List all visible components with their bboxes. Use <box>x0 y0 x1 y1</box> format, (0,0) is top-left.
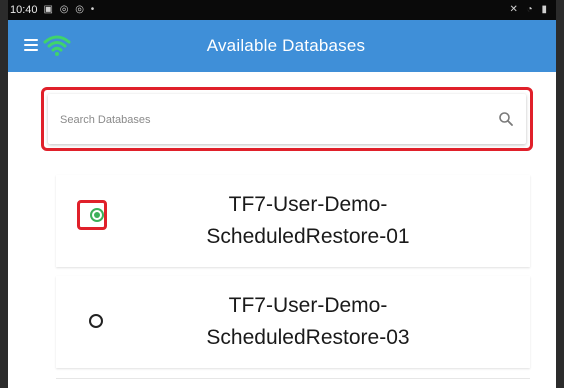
database-name-line2: ScheduledRestore-03 <box>206 326 410 349</box>
database-name-line1: TF7-User-Demo- <box>228 294 388 317</box>
device-frame: 10:40 ▣ ◎ ◎ • ✕ ◔ ▮ Available Databases … <box>0 0 564 388</box>
radio-selected-icon[interactable] <box>90 208 104 222</box>
search-bar[interactable] <box>48 94 526 146</box>
database-list-item[interactable]: TF7-User-Demo- ScheduledRestore-01 <box>56 175 530 267</box>
search-input[interactable] <box>58 94 482 146</box>
database-name: TF7-User-Demo- ScheduledRestore-03 <box>176 276 530 368</box>
status-bar: 10:40 ▣ ◎ ◎ • ✕ ◔ ▮ <box>8 0 556 20</box>
database-name-line1: TF7-User-Demo- <box>228 193 388 216</box>
page-title: Available Databases <box>206 36 366 55</box>
list-divider <box>56 378 530 379</box>
radio-unselected-icon[interactable] <box>89 314 103 328</box>
search-icon[interactable] <box>498 111 514 127</box>
status-time: 10:40 <box>10 4 38 16</box>
app-bar: Available Databases <box>8 20 556 72</box>
database-name-line2: ScheduledRestore-01 <box>206 225 410 248</box>
notification-icons: ▣ ◎ ◎ • <box>43 4 97 15</box>
database-name: TF7-User-Demo- ScheduledRestore-01 <box>176 175 530 267</box>
system-status-icons: ✕ ◔ ▮ <box>509 4 550 15</box>
database-list-item[interactable]: TF7-User-Demo- ScheduledRestore-03 <box>56 276 530 368</box>
